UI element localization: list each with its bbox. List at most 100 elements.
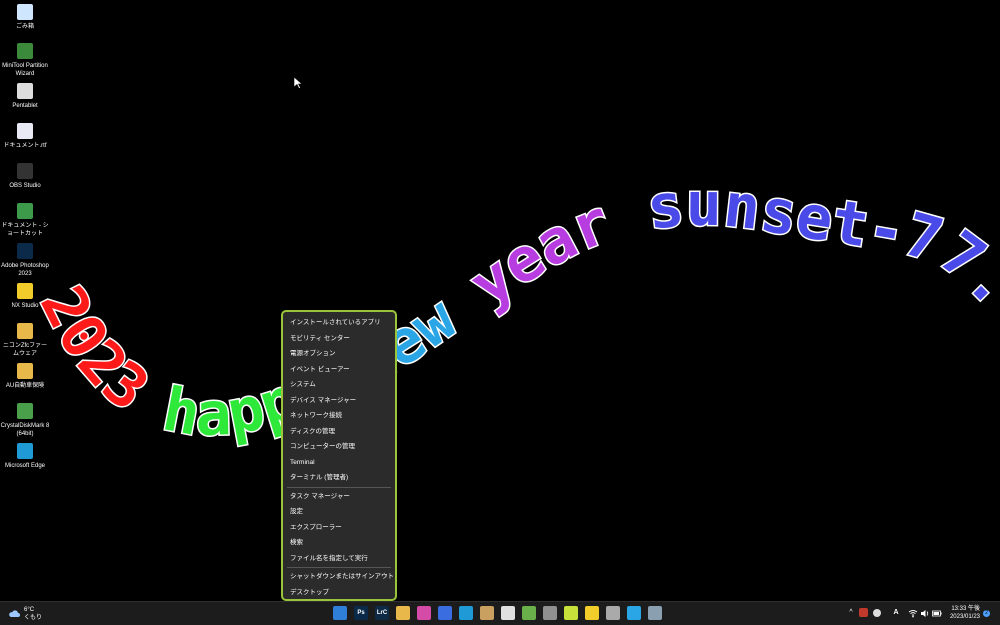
taskbar-clock[interactable]: 13:33 午後 2023/01/23: [946, 605, 980, 621]
desktop-icon-label: CrystalDiskMark 8 (64bit): [0, 423, 50, 437]
windows-start-icon[interactable]: [333, 606, 347, 620]
desktop-icon-label: Microsoft Edge: [4, 463, 46, 469]
minitool-icon: [17, 43, 33, 59]
menu-item[interactable]: デスクトップ: [283, 585, 395, 601]
globe-icon[interactable]: [606, 606, 620, 620]
shortcut-icon: [17, 203, 33, 219]
desktop-icon-label: AU自動車保険: [5, 383, 45, 389]
tray-app-icon[interactable]: [859, 608, 868, 617]
desktop-icon-label: ドキュメント - ショートカット: [1, 223, 49, 237]
folder-icon[interactable]: [396, 606, 410, 620]
desktop-icon[interactable]: NX Studio: [0, 283, 50, 310]
app-icon[interactable]: [417, 606, 431, 620]
obs-icon: [17, 163, 33, 179]
menu-item-label: ネットワーク接続: [290, 412, 342, 419]
menu-item[interactable]: 検索: [283, 535, 395, 551]
menu-item[interactable]: ネットワーク接続: [283, 408, 395, 424]
menu-item[interactable]: 設定: [283, 504, 395, 520]
desktop-icon-label: OBS Studio: [9, 183, 41, 189]
menu-item[interactable]: デバイス マネージャー: [283, 393, 395, 409]
chevron-right-icon: ›: [384, 573, 387, 580]
desktop-icon[interactable]: Pentablet: [0, 83, 50, 110]
photoshop-icon[interactable]: Ps: [354, 606, 368, 620]
app-icon[interactable]: [543, 606, 557, 620]
notification-badge[interactable]: 2: [983, 610, 990, 617]
folder-icon: [17, 363, 33, 379]
folder-icon: [17, 323, 33, 339]
menu-item-label: Terminal: [290, 458, 315, 466]
app-icon[interactable]: [480, 606, 494, 620]
menu-item-label: シャットダウンまたはサインアウト: [290, 573, 394, 580]
cloud-icon: [9, 610, 20, 617]
nx-studio-icon: [17, 283, 33, 299]
desktop-icon[interactable]: MiniTool Partition Wizard: [0, 43, 50, 78]
desktop-icon-label: ごみ箱: [15, 24, 34, 30]
pentablet-icon: [17, 83, 33, 99]
desktop-icon-label: Pentablet: [12, 103, 38, 109]
taskbar: 6°C くもり Ps LrC ^ A 13:33 午後 2023/01/23 2: [0, 601, 1000, 625]
desktop-icon-label: NX Studio: [11, 303, 39, 309]
desktop-icon[interactable]: CrystalDiskMark 8 (64bit): [0, 403, 50, 438]
menu-item[interactable]: Terminal: [283, 455, 395, 471]
menu-item-label: イベント ビューアー: [290, 365, 350, 373]
calculator-icon[interactable]: [648, 606, 662, 620]
menu-item-label: ターミナル (管理者): [290, 474, 349, 481]
wifi-icon[interactable]: [908, 609, 918, 618]
menu-item-label: 電源オプション: [290, 350, 336, 357]
menu-item[interactable]: システム: [283, 377, 395, 393]
menu-item-label: エクスプローラー: [290, 523, 342, 531]
tray-overflow-chevron-icon[interactable]: ^: [846, 608, 856, 618]
desktop-icon[interactable]: ドキュメント - ショートカット: [0, 203, 50, 238]
menu-item[interactable]: イベント ビューアー: [283, 362, 395, 378]
menu-item-label: 検索: [290, 539, 303, 546]
nx-studio-icon[interactable]: [585, 606, 599, 620]
desktop-icon[interactable]: AU自動車保険: [0, 363, 50, 390]
menu-item[interactable]: コンピューターの管理: [283, 439, 395, 455]
desktop-icon[interactable]: ごみ箱: [0, 4, 50, 31]
tray-app-icon[interactable]: [873, 609, 881, 617]
app-icon[interactable]: [627, 606, 641, 620]
desktop-icon-label: ドキュメント.rtf: [3, 143, 47, 149]
menu-item-label: ファイル名を指定して実行: [290, 554, 368, 562]
mouse-cursor-icon: [294, 77, 302, 89]
desktop-icon[interactable]: ドキュメント.rtf: [0, 123, 50, 150]
menu-separator: [287, 486, 391, 488]
app-icon[interactable]: [438, 606, 452, 620]
clock-time: 13:33 午後: [951, 606, 980, 612]
menu-item-label: モビリティ センター: [290, 334, 350, 342]
menu-item[interactable]: ターミナル (管理者): [283, 470, 395, 486]
edge-icon[interactable]: [459, 606, 473, 620]
volume-icon[interactable]: [920, 609, 930, 618]
menu-item-label: デスクトップ: [290, 588, 329, 596]
wallpaper-text-segment: year: [458, 176, 654, 321]
menu-item[interactable]: 電源オプション: [283, 346, 395, 362]
menu-item[interactable]: シャットダウンまたはサインアウト ›: [283, 569, 395, 585]
menu-item-label: デバイス マネージャー: [290, 396, 357, 404]
menu-item[interactable]: タスク マネージャー: [283, 489, 395, 505]
app-icon[interactable]: [522, 606, 536, 620]
desktop-icon-label: ニコンZfcファームウェア: [2, 343, 48, 357]
crystaldiskmark-icon: [17, 403, 33, 419]
menu-item[interactable]: エクスプローラー: [283, 520, 395, 536]
desktop-icon[interactable]: Adobe Photoshop 2023: [0, 243, 50, 278]
weather-condition: くもり: [24, 615, 43, 621]
photoshop-icon: [17, 243, 33, 259]
tray-adobe-icon[interactable]: A: [891, 608, 901, 618]
desktop-icon[interactable]: OBS Studio: [0, 163, 50, 190]
lightroom-icon[interactable]: LrC: [375, 606, 389, 620]
menu-item-label: インストールされているアプリ: [290, 319, 381, 326]
menu-item-label: ディスクの管理: [290, 427, 336, 435]
menu-item[interactable]: ディスクの管理: [283, 424, 395, 440]
desktop-icon[interactable]: ニコンZfcファームウェア: [0, 323, 50, 358]
recycle-bin-icon: [17, 4, 33, 20]
menu-item[interactable]: ファイル名を指定して実行: [283, 551, 395, 567]
weather-temperature: 6°C: [24, 607, 35, 613]
menu-item[interactable]: インストールされているアプリ: [283, 315, 395, 331]
battery-icon[interactable]: [932, 609, 942, 618]
desktop-icon[interactable]: Microsoft Edge: [0, 443, 50, 470]
app-icon[interactable]: [564, 606, 578, 620]
wallpaper-arc-text: 2023 happy new year sunset-77.com: [0, 0, 1000, 452]
desktop-icon-label: Adobe Photoshop 2023: [1, 263, 49, 277]
menu-item[interactable]: モビリティ センター: [283, 331, 395, 347]
chrome-icon[interactable]: [501, 606, 515, 620]
